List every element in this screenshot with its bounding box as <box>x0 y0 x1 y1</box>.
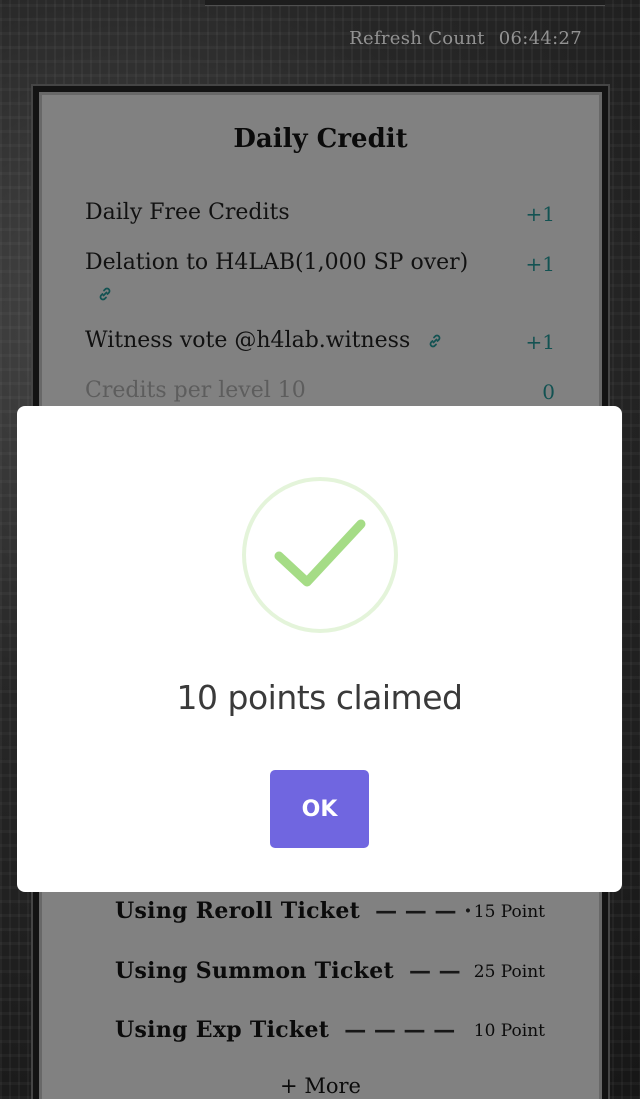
success-dialog: 10 points claimed OK <box>17 406 622 892</box>
dialog-message: 10 points claimed <box>176 678 463 717</box>
success-check-icon <box>241 476 399 634</box>
ok-button[interactable]: OK <box>270 770 369 848</box>
